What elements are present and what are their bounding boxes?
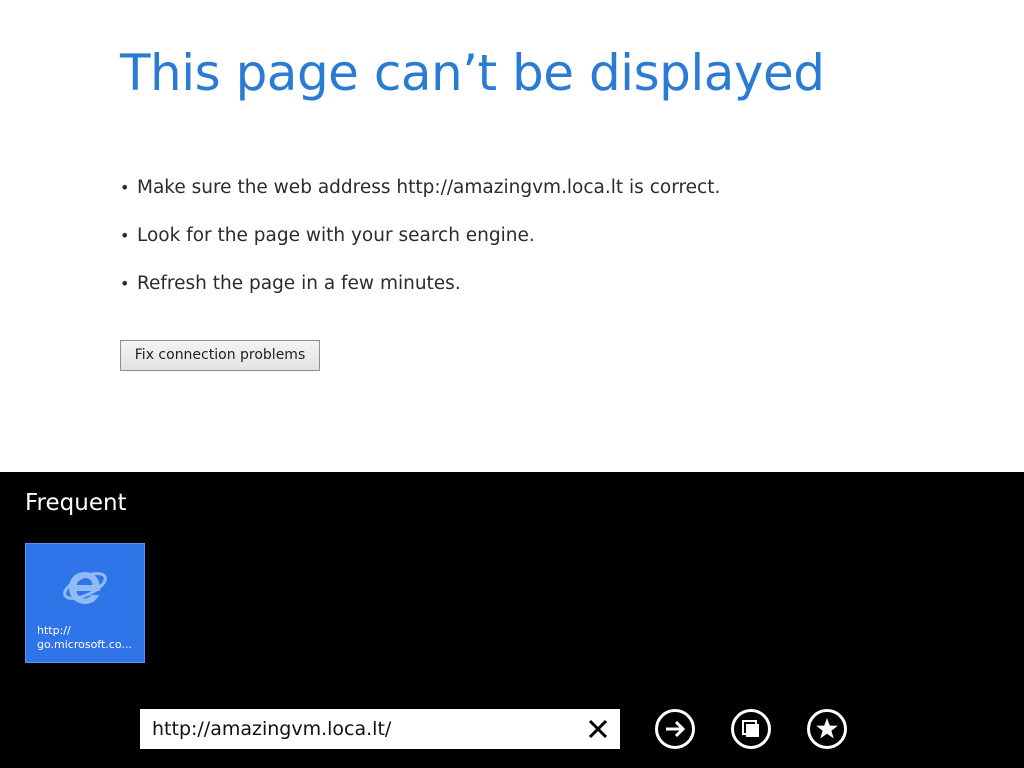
error-page: This page can’t be displayed • Make sure… (0, 0, 1024, 472)
internet-explorer-icon (63, 572, 107, 604)
tile-label-line: http:// (37, 624, 71, 637)
suggestion-text: Make sure the web address http://amazing… (137, 177, 721, 198)
suggestion-list: • Make sure the web address http://amazi… (120, 172, 720, 316)
favorites-button[interactable] (807, 709, 847, 749)
suggestion-text: Refresh the page in a few minutes. (137, 273, 461, 294)
bullet: • (120, 274, 130, 293)
frequent-heading: Frequent (25, 490, 127, 516)
suggestion-text: Look for the page with your search engin… (137, 225, 535, 246)
tile-label: http:// go.microsoft.co... (37, 624, 137, 652)
address-bar[interactable] (140, 709, 620, 749)
close-icon (588, 719, 608, 739)
frequent-site-tile[interactable]: http:// go.microsoft.co... (25, 543, 145, 663)
page-title: This page can’t be displayed (120, 44, 825, 102)
tile-label-line: go.microsoft.co... (37, 638, 132, 651)
navigation-bar: Frequent http:// go.microsoft.co... (0, 472, 1024, 768)
suggestion-item: • Look for the page with your search eng… (120, 220, 720, 268)
clear-address-button[interactable] (584, 715, 612, 743)
bullet: • (120, 226, 130, 245)
tabs-button[interactable] (731, 709, 771, 749)
tabs-icon (742, 720, 759, 737)
suggestion-item: • Refresh the page in a few minutes. (120, 268, 720, 316)
go-button[interactable] (655, 709, 695, 749)
bullet: • (120, 178, 130, 197)
arrow-right-icon (666, 720, 686, 738)
address-input[interactable] (140, 709, 580, 749)
star-icon (816, 718, 838, 739)
fix-connection-problems-button[interactable]: Fix connection problems (120, 340, 320, 371)
suggestion-item: • Make sure the web address http://amazi… (120, 172, 720, 220)
browser-window: This page can’t be displayed • Make sure… (0, 0, 1024, 768)
